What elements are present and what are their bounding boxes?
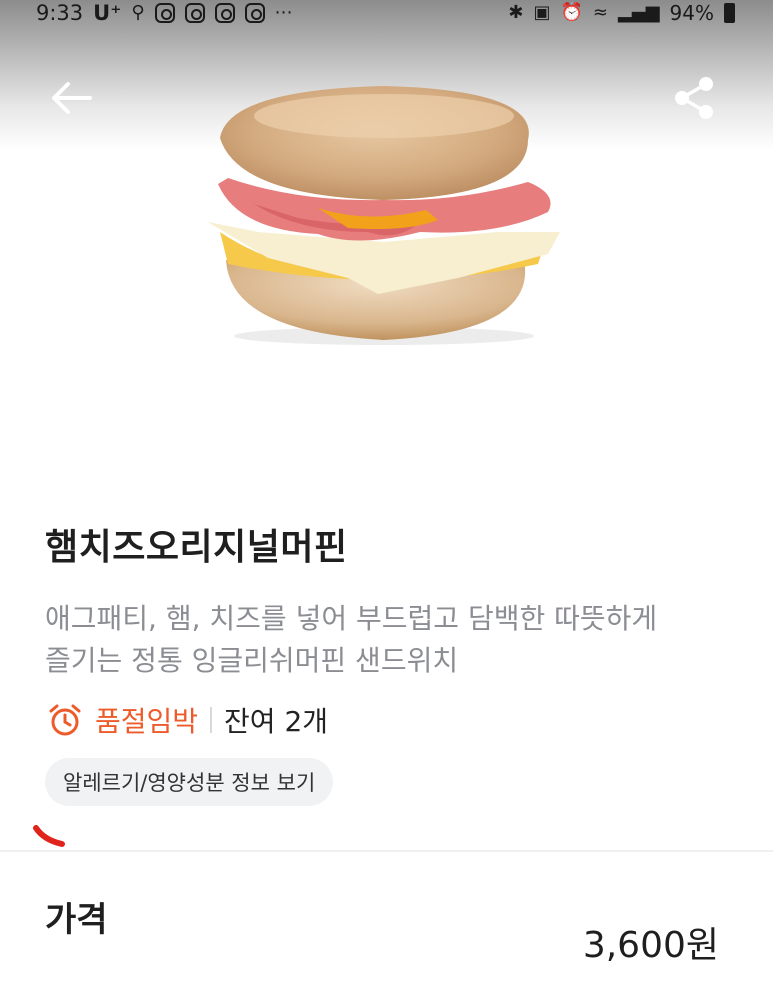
- instagram-icon: [244, 3, 265, 23]
- section-divider: [0, 850, 773, 852]
- instagram-icon: [214, 3, 235, 23]
- product-title: 햄치즈오리지널머핀: [45, 527, 348, 568]
- more-notifications-icon: ⋯: [274, 2, 293, 23]
- wifi-icon: ≈: [592, 2, 609, 23]
- battery-icon: [724, 3, 735, 23]
- status-bar: 9:33 U⁺ ⚲ ⋯ ✱ ▣ ⏰ ≈ ▂▄▆ 94%: [0, 0, 773, 26]
- status-time: 9:33: [36, 1, 84, 25]
- instagram-icon: [184, 3, 205, 23]
- battery-percent: 94%: [669, 1, 714, 25]
- product-image: [208, 86, 560, 345]
- product-description: 애그패티, 햄, 치즈를 넣어 부드럽고 담백한 따뜻하게 즐기는 정통 잉글리…: [45, 598, 735, 682]
- price-value: 3,600원: [582, 925, 719, 966]
- arrow-left-icon: [52, 82, 92, 114]
- alarm-status-icon: ⏰: [560, 2, 583, 23]
- status-right: ✱ ▣ ⏰ ≈ ▂▄▆ 94%: [508, 1, 735, 25]
- share-icon: [675, 77, 713, 119]
- description-line: 즐기는 정통 잉글리쉬머핀 샌드위치: [45, 644, 459, 677]
- price-label: 가격: [45, 900, 108, 940]
- description-line: 애그패티, 햄, 치즈를 넣어 부드럽고 담백한 따뜻하게: [45, 602, 658, 635]
- alarm-clock-icon: [49, 704, 81, 736]
- nfc-icon: ▣: [533, 2, 551, 23]
- usb-icon: ⚲: [131, 2, 145, 23]
- instagram-icon: [154, 3, 175, 23]
- back-button[interactable]: [46, 76, 96, 120]
- share-button[interactable]: [672, 74, 718, 122]
- remaining-count: 잔여 2개: [224, 705, 329, 738]
- signal-icon: ▂▄▆: [618, 2, 660, 23]
- status-divider: [210, 707, 213, 733]
- stock-status-row: 품절임박 잔여 2개: [47, 700, 328, 740]
- bluetooth-icon: ✱: [508, 2, 524, 23]
- carrier-label: U⁺: [93, 1, 122, 25]
- allergy-nutrition-button[interactable]: 알레르기/영양성분 정보 보기: [45, 758, 334, 806]
- soldout-soon-label: 품절임박: [95, 705, 199, 738]
- status-left: 9:33 U⁺ ⚲ ⋯: [36, 1, 293, 25]
